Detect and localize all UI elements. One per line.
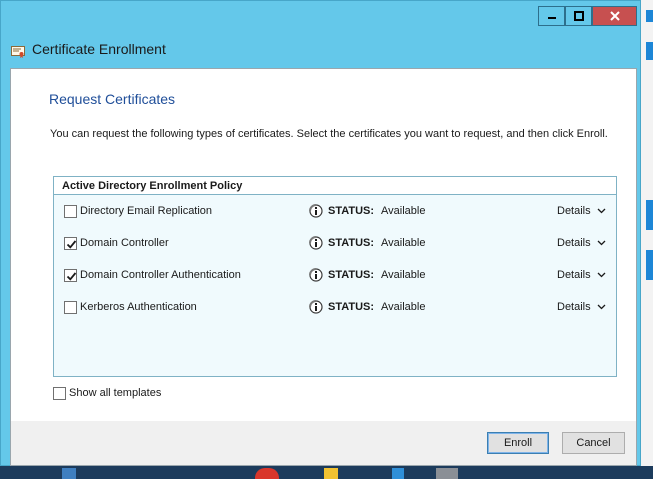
policy-header: Active Directory Enrollment Policy (54, 177, 616, 195)
chevron-down-icon[interactable] (597, 240, 606, 246)
info-status-icon (309, 267, 323, 283)
taskbar-icon (436, 468, 458, 479)
chevron-down-icon[interactable] (597, 304, 606, 310)
show-all-templates[interactable]: Show all templates (53, 385, 253, 403)
status-value: Available (381, 237, 426, 249)
details-toggle[interactable]: Details (557, 301, 591, 313)
background-window-right (640, 0, 653, 479)
maximize-button[interactable] (565, 6, 592, 26)
certificate-row[interactable]: Kerberos Authentication STATUS: Availabl… (54, 298, 616, 318)
chevron-down-icon[interactable] (597, 272, 606, 278)
enroll-button[interactable]: Enroll (487, 432, 549, 454)
certificate-label: Directory Email Replication (80, 205, 213, 217)
certificate-checkbox[interactable] (64, 205, 77, 218)
show-all-templates-label: Show all templates (69, 387, 162, 399)
certificate-checkbox[interactable] (64, 269, 77, 282)
show-all-templates-checkbox[interactable] (53, 387, 66, 400)
chevron-down-icon[interactable] (597, 208, 606, 214)
taskbar-icon (324, 468, 338, 479)
status-key: STATUS: (328, 237, 375, 249)
certificate-checkbox[interactable] (64, 301, 77, 314)
status-key: STATUS: (328, 301, 375, 313)
minimize-button[interactable] (538, 6, 565, 26)
taskbar-icon (392, 468, 404, 479)
details-toggle[interactable]: Details (557, 205, 591, 217)
policy-title: Active Directory Enrollment Policy (62, 180, 243, 192)
details-toggle[interactable]: Details (557, 237, 591, 249)
checkmark-icon (66, 240, 77, 249)
status-key: STATUS: (328, 269, 375, 281)
cancel-button[interactable]: Cancel (562, 432, 625, 454)
status-value: Available (381, 269, 426, 281)
page-description: You can request the following types of c… (50, 128, 608, 140)
title-bar[interactable]: Certificate Enrollment (1, 1, 640, 63)
minimize-icon (547, 17, 556, 19)
status-value: Available (381, 205, 426, 217)
window-title: Certificate Enrollment (32, 41, 166, 57)
maximize-icon (573, 11, 584, 21)
certificate-label: Kerberos Authentication (80, 301, 197, 313)
certificate-row[interactable]: Domain Controller Authentication STATUS:… (54, 266, 616, 286)
taskbar (0, 466, 653, 479)
certificate-enrollment-window: Certificate Enrollment Request Certifica… (0, 0, 641, 466)
details-toggle[interactable]: Details (557, 269, 591, 281)
dialog-client-area: Request Certificates You can request the… (10, 68, 637, 466)
page-heading: Request Certificates (49, 91, 176, 107)
certificate-checkbox[interactable] (64, 237, 77, 250)
certificate-row[interactable]: Directory Email Replication STATUS: Avai… (54, 202, 616, 222)
info-status-icon (309, 235, 323, 251)
status-value: Available (381, 301, 426, 313)
taskbar-icon (62, 468, 76, 479)
checkmark-icon (66, 272, 77, 281)
certificate-row[interactable]: Domain Controller STATUS: Available Deta… (54, 234, 616, 254)
certificate-icon (11, 43, 25, 58)
info-status-icon (309, 203, 323, 219)
enrollment-policy-panel: Active Directory Enrollment Policy Direc… (53, 176, 617, 377)
status-key: STATUS: (328, 205, 375, 217)
wizard-page: Request Certificates You can request the… (11, 69, 636, 421)
certificate-label: Domain Controller Authentication (80, 269, 241, 281)
close-button[interactable] (592, 6, 637, 26)
close-icon (609, 11, 620, 21)
taskbar-icon (255, 468, 279, 479)
info-status-icon (309, 299, 323, 315)
certificate-label: Domain Controller (80, 237, 169, 249)
